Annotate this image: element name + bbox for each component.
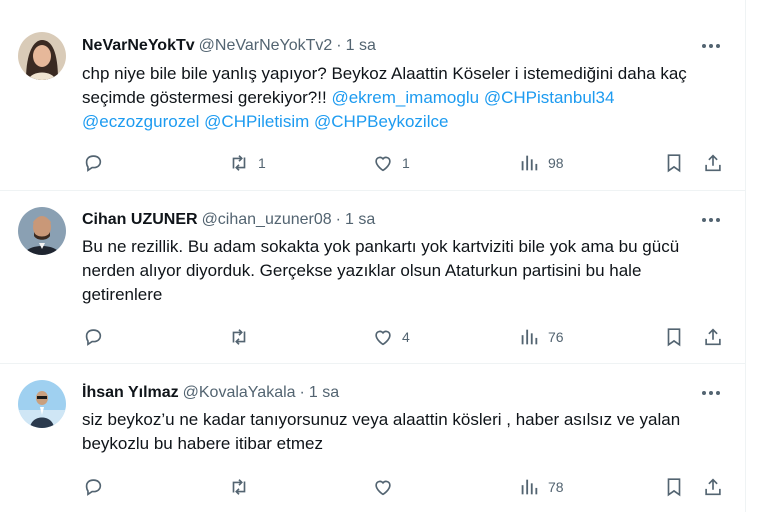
- like-count: 4: [402, 329, 410, 345]
- retweet-button[interactable]: [228, 475, 258, 499]
- display-name[interactable]: NeVarNeYokTv: [82, 37, 195, 54]
- timestamp[interactable]: 1 sa: [345, 211, 375, 228]
- tweet-header: NeVarNeYokTv @NeVarNeYokTv2 · 1 sa: [82, 36, 376, 56]
- mention-link[interactable]: @CHPiletisim: [204, 112, 309, 131]
- display-name[interactable]: Cihan UZUNER: [82, 211, 198, 228]
- tweet-text: chp niye bile bile yanlış yapıyor? Beyko…: [82, 62, 722, 134]
- tweet-actions: 4 76: [0, 325, 745, 349]
- share-icon: [705, 154, 721, 172]
- views-count: 78: [548, 479, 564, 495]
- bookmark-button[interactable]: [663, 475, 685, 499]
- share-button[interactable]: [702, 325, 724, 349]
- like-button[interactable]: [372, 475, 402, 499]
- views-button[interactable]: 76: [518, 325, 564, 349]
- views-button[interactable]: 98: [518, 151, 564, 175]
- separator-dot: ·: [299, 384, 305, 401]
- tweet-text: siz beykoz’u ne kadar tanıyorsunuz veya …: [82, 408, 722, 456]
- tweet-header: İhsan Yılmaz @KovalaYakala · 1 sa: [82, 383, 339, 403]
- more-icon[interactable]: [697, 383, 725, 403]
- bookmark-button[interactable]: [663, 151, 685, 175]
- retweet-count: 1: [258, 155, 266, 171]
- retweet-button[interactable]: [228, 325, 258, 349]
- retweet-icon: [232, 479, 246, 495]
- views-icon: [521, 155, 538, 171]
- separator-dot: ·: [336, 37, 342, 54]
- like-icon: [375, 330, 391, 346]
- like-button[interactable]: 4: [372, 325, 410, 349]
- reply-feed: NeVarNeYokTv @NeVarNeYokTv2 · 1 sa chp niye…: [0, 0, 746, 512]
- bookmark-icon: [667, 328, 681, 347]
- reply-button[interactable]: [82, 151, 112, 175]
- tweet-3[interactable]: İhsan Yılmaz @KovalaYakala · 1 sa siz beyko…: [0, 364, 745, 512]
- bookmark-icon: [667, 154, 681, 173]
- more-icon[interactable]: [697, 210, 725, 230]
- user-handle[interactable]: @NeVarNeYokTv2: [199, 37, 333, 54]
- like-icon: [375, 480, 391, 496]
- views-icon: [521, 329, 538, 345]
- more-icon[interactable]: [697, 36, 725, 56]
- mention-link[interactable]: @eczozgurozel: [82, 112, 199, 131]
- avatar[interactable]: [18, 32, 66, 80]
- bookmark-icon: [667, 478, 681, 497]
- timestamp[interactable]: 1 sa: [309, 384, 339, 401]
- share-icon: [705, 328, 721, 346]
- views-button[interactable]: 78: [518, 475, 564, 499]
- reply-icon: [85, 155, 102, 172]
- tweet-header: Cihan UZUNER @cihan_uzuner08 · 1 sa: [82, 210, 375, 230]
- retweet-button[interactable]: 1: [228, 151, 266, 175]
- like-button[interactable]: 1: [372, 151, 410, 175]
- timestamp[interactable]: 1 sa: [346, 37, 376, 54]
- views-icon: [521, 479, 538, 495]
- share-button[interactable]: [702, 475, 724, 499]
- reply-icon: [85, 479, 102, 496]
- tweet-2[interactable]: Cihan UZUNER @cihan_uzuner08 · 1 sa Bu ne r…: [0, 191, 745, 364]
- avatar[interactable]: [18, 207, 66, 255]
- mention-link[interactable]: @CHPistanbul34: [484, 88, 615, 107]
- tweet-text-run: Bu ne rezillik. Bu adam sokakta yok pank…: [82, 237, 680, 304]
- share-icon: [705, 478, 721, 496]
- tweet-actions: 1 1 98: [0, 151, 745, 175]
- like-icon: [375, 156, 391, 172]
- tweet-text: Bu ne rezillik. Bu adam sokakta yok pank…: [82, 235, 722, 307]
- like-count: 1: [402, 155, 410, 171]
- reply-icon: [85, 329, 102, 346]
- avatar[interactable]: [18, 380, 66, 428]
- tweet-actions: 78: [0, 475, 745, 499]
- views-count: 76: [548, 329, 564, 345]
- mention-link[interactable]: @ekrem_imamoglu: [331, 88, 479, 107]
- user-handle[interactable]: @KovalaYakala: [183, 384, 296, 401]
- separator-dot: ·: [335, 211, 341, 228]
- views-count: 98: [548, 155, 564, 171]
- display-name[interactable]: İhsan Yılmaz: [82, 384, 179, 401]
- reply-button[interactable]: [82, 325, 112, 349]
- user-handle[interactable]: @cihan_uzuner08: [202, 211, 332, 228]
- retweet-icon: [232, 155, 246, 171]
- tweet-text-run: siz beykoz’u ne kadar tanıyorsunuz veya …: [82, 410, 681, 453]
- mention-link[interactable]: @CHPBeykozilce: [314, 112, 448, 131]
- reply-button[interactable]: [82, 475, 112, 499]
- share-button[interactable]: [702, 151, 724, 175]
- retweet-icon: [232, 329, 246, 345]
- bookmark-button[interactable]: [663, 325, 685, 349]
- tweet-1[interactable]: NeVarNeYokTv @NeVarNeYokTv2 · 1 sa chp niye…: [0, 0, 745, 191]
